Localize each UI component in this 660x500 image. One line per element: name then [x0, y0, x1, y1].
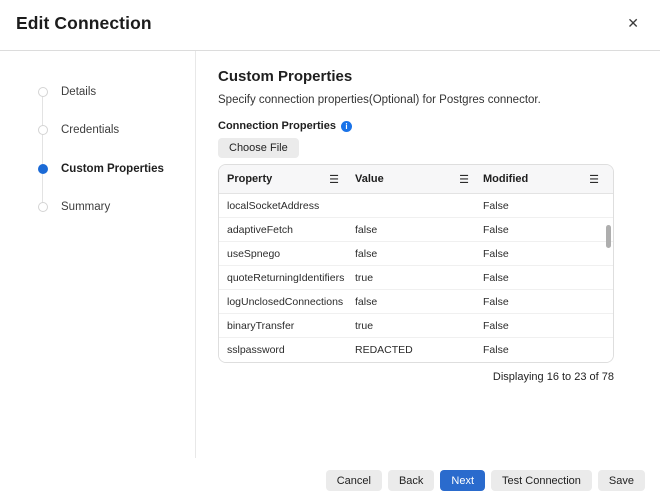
- dialog-titlebar: Edit Connection ✕: [0, 0, 660, 51]
- table-cell: false: [349, 248, 479, 260]
- save-button[interactable]: Save: [598, 470, 645, 491]
- step-label: Details: [61, 86, 96, 98]
- step-circle-icon: [38, 202, 48, 212]
- step-description: Specify connection properties(Optional) …: [218, 94, 660, 106]
- table-cell: False: [479, 344, 613, 356]
- column-label: Modified: [483, 173, 528, 185]
- pagination-status: Displaying 16 to 23 of 78: [218, 371, 614, 383]
- table-cell: adaptiveFetch: [219, 224, 349, 236]
- stepper-item-details[interactable]: Details: [0, 73, 185, 111]
- stepper-item-custom-properties[interactable]: Custom Properties: [0, 150, 185, 188]
- test-connection-button[interactable]: Test Connection: [491, 470, 592, 491]
- table-cell: false: [349, 296, 479, 308]
- table-scrollbar[interactable]: [606, 225, 611, 248]
- step-circle-icon: [38, 87, 48, 97]
- choose-file-button[interactable]: Choose File: [218, 138, 299, 158]
- step-heading: Custom Properties: [218, 68, 660, 85]
- table-row[interactable]: logUnclosedConnectionsfalseFalse: [219, 290, 613, 314]
- table-row[interactable]: quoteReturningIdentifierstrueFalse: [219, 266, 613, 290]
- table-row[interactable]: sslpasswordREDACTEDFalse: [219, 338, 613, 362]
- stepper-item-summary[interactable]: Summary: [0, 188, 185, 226]
- back-button[interactable]: Back: [388, 470, 434, 491]
- column-label: Value: [355, 173, 384, 185]
- table-cell: quoteReturningIdentifiers: [219, 272, 349, 284]
- table-cell: false: [349, 224, 479, 236]
- connection-properties-label: Connection Properties: [218, 120, 336, 132]
- step-label: Credentials: [61, 124, 119, 136]
- properties-table: Property ☰ Value ☰ Modified ☰ localSocke…: [218, 164, 614, 363]
- column-header-value[interactable]: Value ☰: [349, 165, 479, 193]
- column-header-modified[interactable]: Modified ☰: [479, 165, 613, 193]
- table-cell: logUnclosedConnections: [219, 296, 349, 308]
- dialog-body: Details Credentials Custom Properties Su…: [0, 51, 660, 500]
- table-cell: False: [479, 296, 613, 308]
- table-cell: binaryTransfer: [219, 320, 349, 332]
- table-row[interactable]: adaptiveFetchfalseFalse: [219, 218, 613, 242]
- cancel-button[interactable]: Cancel: [326, 470, 382, 491]
- column-label: Property: [227, 173, 272, 185]
- table-cell: False: [479, 224, 613, 236]
- table-cell: False: [479, 248, 613, 260]
- table-cell: useSpnego: [219, 248, 349, 260]
- step-label: Custom Properties: [61, 163, 164, 175]
- table-row[interactable]: useSpnegofalseFalse: [219, 242, 613, 266]
- step-content-panel: Custom Properties Specify connection pro…: [196, 51, 660, 500]
- column-menu-icon[interactable]: ☰: [329, 173, 339, 186]
- info-icon[interactable]: i: [341, 121, 352, 132]
- table-cell: False: [479, 200, 613, 212]
- table-row[interactable]: binaryTransfertrueFalse: [219, 314, 613, 338]
- table-cell: False: [479, 272, 613, 284]
- next-button[interactable]: Next: [440, 470, 485, 491]
- table-body: localSocketAddressFalseadaptiveFetchfals…: [219, 194, 613, 362]
- close-icon[interactable]: ✕: [627, 14, 639, 34]
- table-header-row: Property ☰ Value ☰ Modified ☰: [219, 165, 613, 194]
- table-cell: true: [349, 320, 479, 332]
- table-cell: False: [479, 320, 613, 332]
- table-row[interactable]: localSocketAddress False: [219, 194, 613, 218]
- table-cell: localSocketAddress: [219, 200, 349, 212]
- connection-properties-row: Connection Properties i: [218, 120, 660, 132]
- table-cell: sslpassword: [219, 344, 349, 356]
- column-menu-icon[interactable]: ☰: [589, 173, 599, 186]
- step-label: Summary: [61, 201, 110, 213]
- column-header-property[interactable]: Property ☰: [219, 165, 349, 193]
- edit-connection-dialog: Edit Connection ✕ Details Credentials Cu…: [0, 0, 660, 500]
- table-cell: REDACTED: [349, 344, 479, 356]
- table-cell: true: [349, 272, 479, 284]
- step-circle-active-icon: [38, 164, 48, 174]
- column-menu-icon[interactable]: ☰: [459, 173, 469, 186]
- stepper-item-credentials[interactable]: Credentials: [0, 111, 185, 149]
- step-circle-icon: [38, 125, 48, 135]
- wizard-stepper: Details Credentials Custom Properties Su…: [0, 51, 196, 458]
- dialog-footer-actions: Cancel Back Next Test Connection Save: [326, 470, 645, 491]
- dialog-title: Edit Connection: [16, 13, 152, 34]
